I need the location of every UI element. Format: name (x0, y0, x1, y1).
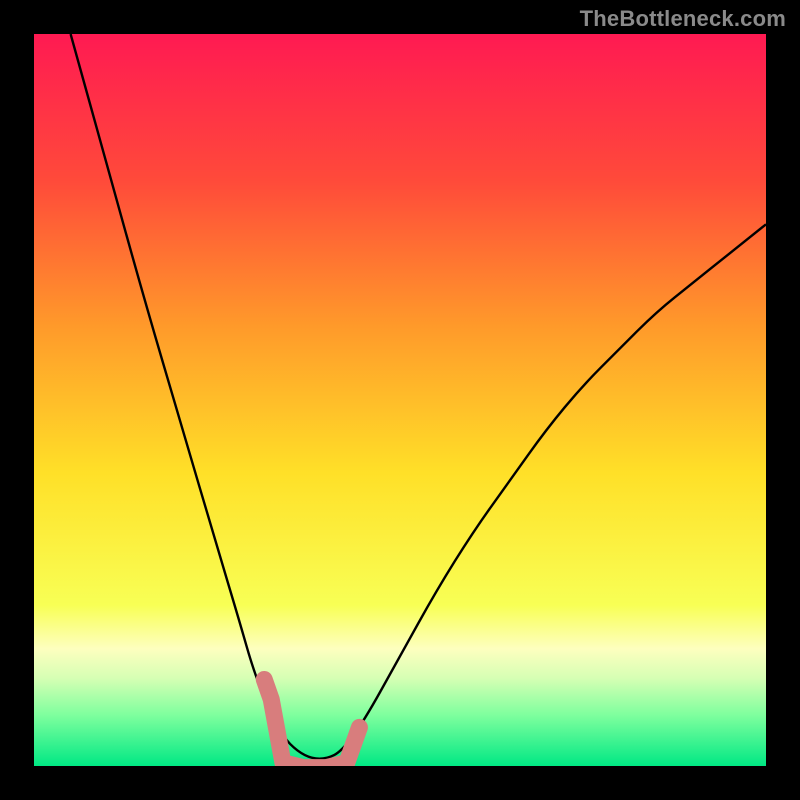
background-gradient (34, 34, 766, 766)
plot-area (34, 34, 766, 766)
chart-frame: TheBottleneck.com (0, 0, 800, 800)
watermark-text: TheBottleneck.com (580, 6, 786, 32)
